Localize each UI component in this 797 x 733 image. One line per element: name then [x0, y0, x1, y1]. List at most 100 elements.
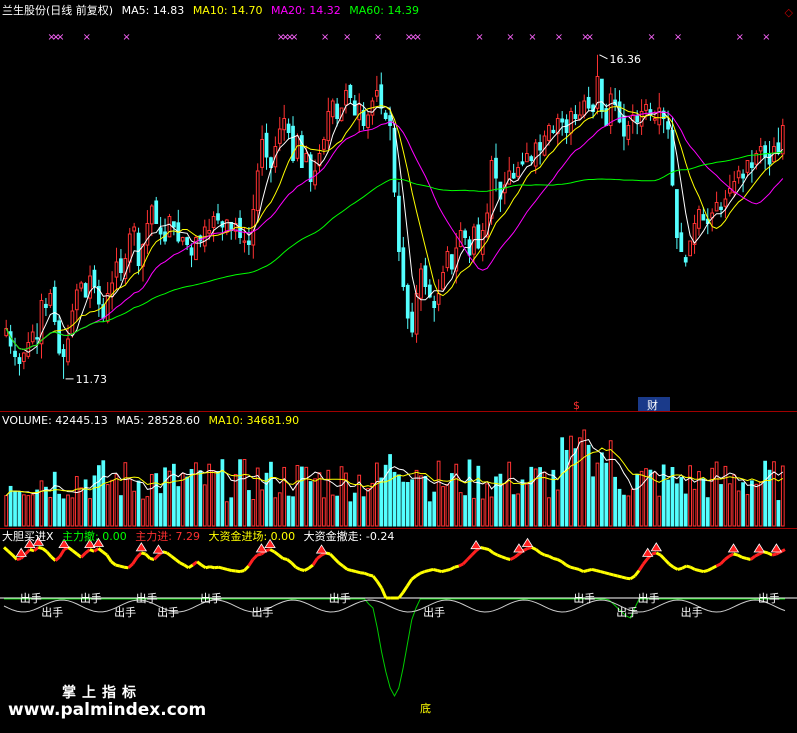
volume-bar: [569, 435, 573, 527]
volume-bar: [242, 459, 247, 527]
buy-arrow-icon: [513, 543, 525, 553]
buy-arrow-icon: [15, 547, 27, 557]
signal-x-marker: ×: [528, 32, 536, 43]
volume-bar: [520, 479, 525, 527]
zhuli-jin-line: [672, 565, 679, 571]
candle-body: [410, 311, 415, 333]
vol-ma10-label: MA10: 34681.90: [208, 414, 300, 427]
candle-body: [767, 153, 772, 165]
candle-body: [758, 146, 763, 152]
candle-body: [149, 205, 154, 225]
zhuli-jin-line: [505, 556, 511, 561]
stock-title: 兰生股份(日线 前复权): [2, 4, 114, 17]
zhuli-jin-line: [123, 565, 129, 570]
candle-body: [286, 123, 291, 133]
zhuli-jin-line: [556, 558, 563, 564]
candle-body: [322, 139, 326, 150]
candle-body: [652, 118, 657, 121]
volume-bar: [251, 499, 256, 527]
volume-bar: [198, 470, 203, 527]
volume-bar: [348, 501, 353, 527]
candle-body: [136, 232, 141, 267]
candle-body: [745, 160, 750, 173]
volume-bar: [719, 484, 723, 527]
candle-body: [675, 189, 679, 239]
volume-bar: [727, 483, 732, 527]
volume-bar: [282, 466, 287, 527]
candle-body: [247, 240, 251, 245]
zhuli-jin-line: [591, 567, 597, 572]
volume-bar: [366, 488, 370, 527]
volume-bar: [648, 469, 653, 527]
zhuli-jin-line: [637, 563, 645, 572]
volume-bar: [326, 469, 331, 527]
candle-body: [441, 272, 445, 290]
volume-bar: [352, 492, 357, 527]
zhuli-jin-line: [733, 552, 739, 557]
candle-body: [92, 269, 97, 287]
zhuli-jin-line: [316, 553, 323, 560]
volume-bar: [467, 459, 472, 527]
candle-body: [525, 153, 529, 163]
candle-body: [277, 128, 282, 144]
candle-body: [335, 103, 340, 119]
zhuli-jin-line: [487, 548, 495, 555]
zhuli-jin-line: [527, 545, 533, 550]
volume-bar: [4, 495, 9, 527]
buy-arrow-icon: [641, 547, 654, 557]
candle-body: [352, 100, 357, 116]
candle-body: [172, 221, 176, 228]
zhuli-jin-line: [651, 551, 657, 556]
candle-body: [494, 157, 498, 179]
zhuli-jin-line: [415, 571, 422, 578]
zhuli-jin-line: [209, 565, 215, 570]
volume-bar: [600, 452, 604, 527]
candle-body: [383, 112, 388, 119]
volume-bar: [322, 497, 326, 527]
volume-bar: [498, 473, 503, 527]
candle-body: [44, 303, 48, 308]
zhuli-jin-line: [466, 554, 473, 561]
volume-bar: [335, 495, 340, 527]
volume-bar: [741, 482, 745, 527]
buy-arrow-icon: [521, 537, 534, 547]
volume-bar: [247, 490, 251, 527]
volume-bar: [379, 477, 384, 527]
zhuli-jin-line: [419, 570, 426, 575]
chart-canvas[interactable]: ××× × × ×××× × × × ××× × × × × ×× × × × ×16.3611.73$ 财出手出…: [0, 0, 797, 729]
zhuli-jin-line: [629, 574, 636, 581]
stock-chart[interactable]: × × × × × × × × × × × × × × × × × × × × × × × × × 16.36 11.73 $ 财出手出…: [0, 0, 797, 729]
candle-body: [207, 230, 212, 234]
zhuli-jin-line: [37, 545, 43, 550]
high-price-label: 16.36: [609, 53, 641, 66]
volume-bar: [313, 478, 317, 527]
volume-bar: [414, 469, 419, 527]
candle-body: [688, 240, 693, 257]
zhuli-jin-line: [432, 567, 438, 572]
zhuli-jin-line: [462, 558, 469, 565]
candle-body: [52, 286, 57, 323]
candle-body: [635, 115, 640, 123]
sell-label: 出手: [758, 591, 780, 605]
volume-bar: [269, 461, 273, 527]
candle-body: [211, 216, 216, 228]
candle-body: [132, 226, 137, 232]
candle-body: [17, 357, 22, 365]
zhuli-jin-line: [771, 552, 777, 557]
volume-bar: [776, 500, 781, 527]
candle-body: [83, 283, 88, 298]
diamond-icon[interactable]: ◇: [785, 6, 793, 19]
zhuli-jin-line: [617, 574, 623, 579]
sell-label: 出手: [423, 605, 445, 619]
sell-label: 出手: [41, 605, 63, 619]
volume-bar: [194, 462, 198, 527]
candle-body: [35, 337, 39, 340]
zhuli-jin-line: [218, 565, 224, 570]
candle-body: [242, 240, 247, 243]
zhuli-jin-line: [179, 561, 185, 567]
zhuli-jin-line: [243, 565, 250, 572]
zhuli-jin-line: [715, 562, 722, 568]
volume-bar: [207, 463, 212, 527]
candle-body: [189, 247, 194, 256]
zhuli-jin-line: [694, 567, 700, 572]
